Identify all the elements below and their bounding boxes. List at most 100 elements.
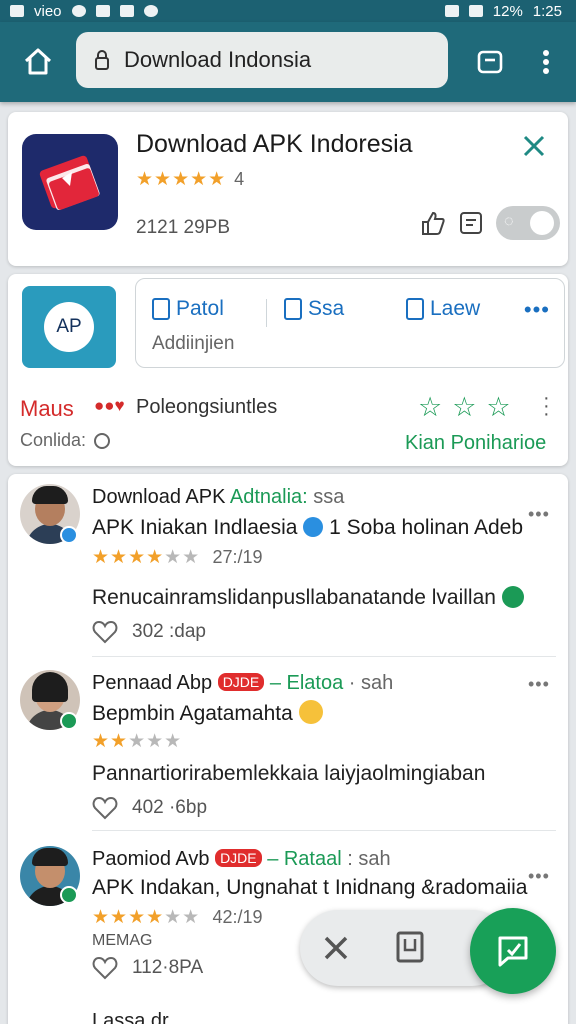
reviewer-tag: Adtnalia:: [229, 486, 308, 508]
stars-filled: ★★★★: [92, 907, 165, 928]
like-icon[interactable]: [420, 210, 446, 236]
like-count: 402 ·6bp: [132, 797, 208, 818]
stars-empty: ★★: [164, 547, 201, 568]
tab-switcher-icon: [477, 50, 503, 74]
app-logo-icon: [39, 155, 100, 210]
rating-value: 4: [234, 169, 245, 189]
more-horizontal-icon[interactable]: •••: [524, 297, 550, 323]
notification-icon: [95, 5, 110, 17]
avatar-hair: [32, 848, 68, 866]
notification-icon: [143, 5, 158, 17]
tab-patol[interactable]: Patol: [152, 297, 224, 321]
lock-icon: [95, 50, 109, 70]
review-meta: : sah: [347, 848, 391, 870]
close-icon: [523, 135, 545, 157]
tab-switcher-button[interactable]: [458, 30, 522, 94]
ssa-icon: [284, 298, 302, 320]
reviewer-name: Paomiod Avb: [92, 848, 210, 870]
details-card: AP Patol Ssa Laew ••• Addiinjien Maus ●●…: [8, 274, 568, 466]
review-title-tail: 1 Soba holinan Adeb: [329, 516, 523, 539]
rating-stars: ★★★★★: [136, 169, 227, 190]
url-text: Download Indonsia: [124, 47, 312, 72]
review-likes[interactable]: 112·8PA: [92, 956, 203, 980]
stars-empty: ★★★: [128, 731, 183, 752]
bookmark-icon: [396, 931, 424, 963]
review-body-text: Renucainramslidanpusllabanatande lvailla…: [92, 586, 496, 609]
heart-icon: ●●♥: [94, 396, 125, 415]
tab-subtitle: Addiinjien: [152, 333, 235, 354]
stars-empty: ★★: [164, 907, 201, 928]
app-actions: ◌: [420, 206, 560, 240]
tab-ssa[interactable]: Ssa: [284, 297, 344, 321]
toggle-knob: [530, 211, 554, 235]
reviewer-pill: DJDE: [217, 673, 265, 691]
chat-fab-icon: [498, 936, 528, 967]
tab-group: Patol Ssa Laew ••• Addiinjien: [135, 278, 565, 368]
reviewer-tag: – Elatoa: [269, 672, 344, 694]
review-title: Bepmbin Agatamahta: [92, 700, 323, 726]
close-icon: [324, 936, 348, 960]
review-body: Pannartiorirabemlekkaia laiyjaolmingiaba…: [92, 762, 485, 786]
review-menu-icon[interactable]: •••: [528, 866, 550, 887]
review-title: APK Iniakan Indlaesia 1 Soba holinan Ade…: [92, 516, 523, 540]
review-menu-icon[interactable]: •••: [528, 674, 550, 695]
tab-label: Ssa: [308, 297, 345, 320]
tab-label: Patol: [176, 297, 224, 320]
stars-filled: ★★: [92, 731, 129, 752]
review-likes[interactable]: 402 ·6bp: [92, 796, 207, 820]
battery-percent: 12%: [492, 2, 523, 20]
more-vertical-icon[interactable]: · · ·: [543, 388, 550, 424]
heart-icon: [92, 956, 118, 980]
notification-icon: [10, 5, 24, 17]
review-header: Download APK Adtnalia: ssa: [92, 486, 344, 509]
heart-icon: [92, 620, 118, 644]
review-stars: ★★★★★★ 42:/19: [92, 906, 263, 929]
clock-icon: [94, 432, 111, 449]
secondary-app-icon[interactable]: AP: [22, 286, 116, 368]
like-count: 112·8PA: [132, 957, 204, 978]
more-vertical-icon: [543, 50, 549, 74]
overflow-menu-button[interactable]: [514, 30, 576, 94]
review-date: 27:/19: [212, 547, 263, 567]
status-left-text: vieo: [34, 2, 62, 20]
app-title: Download APK Indoresia: [136, 130, 413, 158]
green-link[interactable]: Kian Poniharioe: [405, 432, 546, 455]
condition: Conlida:: [20, 430, 111, 451]
bookmark-button[interactable]: [394, 930, 426, 966]
online-badge-icon: [60, 712, 78, 730]
compose-review-fab[interactable]: [470, 908, 556, 994]
clock: 1:25: [532, 2, 562, 20]
heart-icon: [92, 796, 118, 820]
emoji-icon: [298, 700, 323, 724]
browser-toolbar: Download Indonsia: [0, 22, 576, 102]
auto-update-toggle[interactable]: ◌: [496, 206, 560, 240]
share-icon[interactable]: [458, 210, 484, 236]
review-extra: MEMAG: [92, 932, 153, 949]
check-icon: [501, 586, 524, 608]
review-body: Renucainramslidanpusllabanatande lvailla…: [92, 586, 524, 610]
verified-badge-icon: [60, 526, 78, 544]
laew-icon: [406, 298, 424, 320]
close-button[interactable]: [522, 134, 546, 163]
like-count: 302 :dap: [132, 621, 206, 642]
notification-icon: [119, 5, 134, 17]
reviewer-pill: DJDE: [215, 849, 262, 867]
url-bar[interactable]: Download Indonsia: [76, 32, 448, 88]
app-icon[interactable]: [22, 134, 118, 230]
review-date: 42:/19: [212, 907, 263, 927]
app-card: Download APK Indoresia ★★★★★ 4 2121 29PB…: [8, 112, 568, 266]
stars-filled: ★★★★: [92, 547, 165, 568]
next-review-peek: Lassa dr: [92, 1010, 169, 1024]
review-title: APK Indakan, Ungnahat t Inidnang &radoma…: [92, 876, 527, 900]
review-likes[interactable]: 302 :dap: [92, 620, 206, 644]
patol-icon: [152, 298, 170, 320]
review-title-text: APK Indakan, Ungnahat t Inidnang &radoma…: [92, 876, 528, 899]
home-button[interactable]: [6, 30, 70, 94]
review-stars: ★★★★★: [92, 730, 182, 753]
tab-laew[interactable]: Laew: [406, 297, 480, 321]
rate-stars[interactable]: ☆☆☆: [418, 392, 521, 423]
dismiss-button[interactable]: [318, 930, 354, 966]
review-menu-icon[interactable]: •••: [528, 504, 550, 525]
status-bar: vieo 12% 1:25: [0, 0, 576, 22]
reviewer-name: Pennaad Abp: [92, 672, 213, 694]
